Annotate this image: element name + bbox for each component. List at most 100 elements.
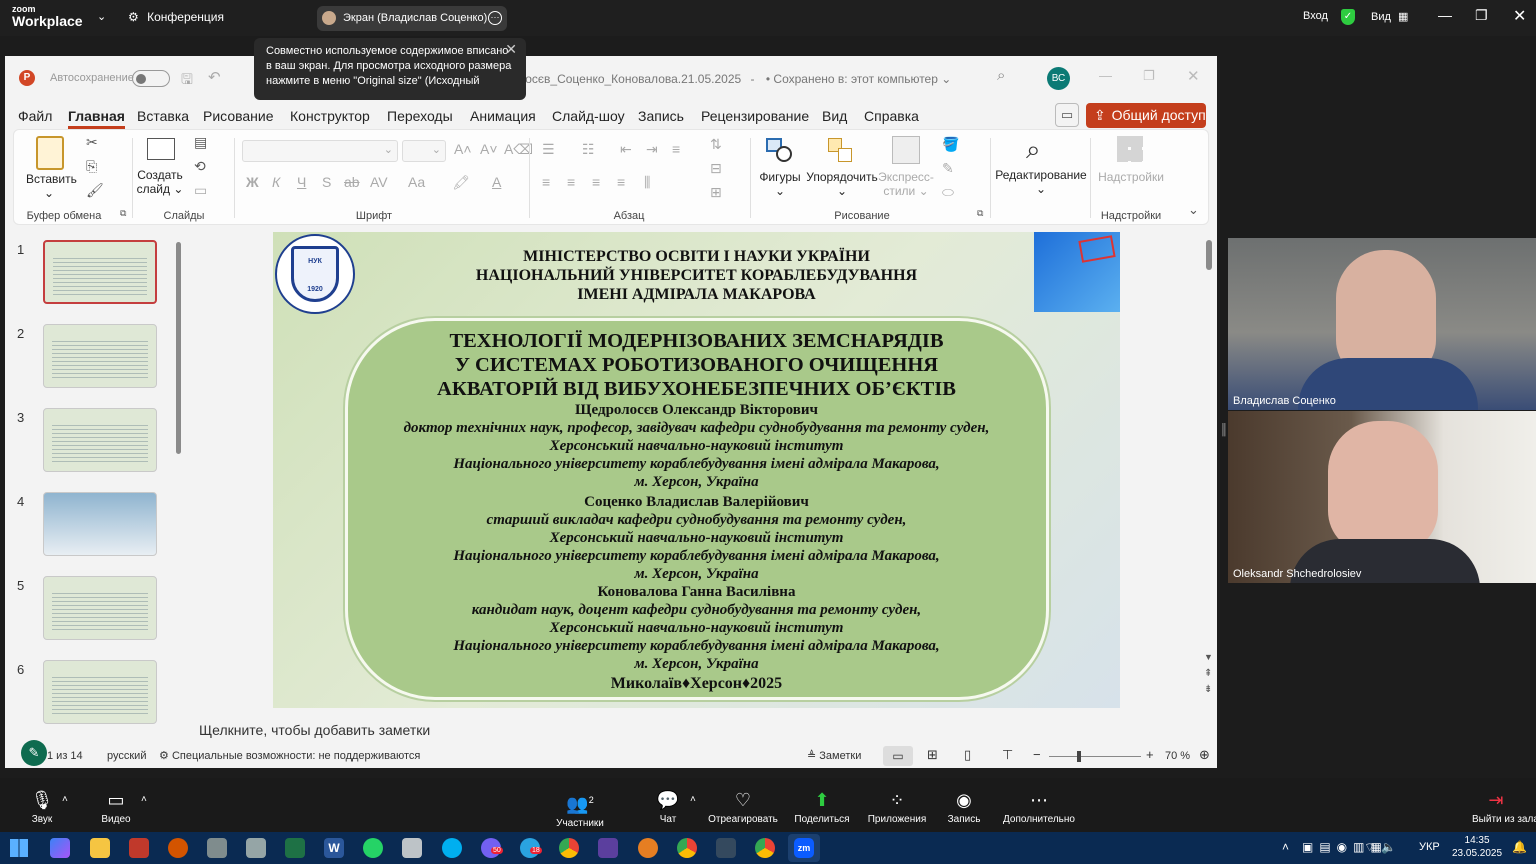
excel-icon[interactable]: [285, 838, 305, 858]
format-painter-icon[interactable]: 🖌: [86, 182, 104, 199]
smartart-icon[interactable]: ⊞: [710, 184, 722, 201]
close-icon[interactable]: ✕: [1513, 6, 1526, 26]
cut-icon[interactable]: ✂: [86, 134, 98, 151]
calculator-icon[interactable]: [246, 838, 266, 858]
zoom-taskbar-active[interactable]: zm: [788, 834, 820, 862]
login-button[interactable]: Вход: [1303, 10, 1328, 22]
next-slide-icon[interactable]: ⇟: [1204, 684, 1212, 695]
numbering-icon[interactable]: ☷: [582, 141, 595, 158]
text-direction-icon[interactable]: ⇅: [710, 136, 722, 153]
language-status[interactable]: русский: [107, 750, 146, 762]
chevron-down-icon[interactable]: ⌄: [97, 10, 106, 23]
columns-icon[interactable]: ⫼: [644, 174, 650, 191]
font-family-select[interactable]: ⌄: [242, 140, 398, 162]
paste-button[interactable]: Вставить ⌄: [26, 172, 77, 200]
section-icon[interactable]: ▭: [194, 182, 207, 199]
slideshow-icon[interactable]: ⊤: [1002, 747, 1013, 763]
slide-scrollbar[interactable]: ▼ ⇞ ⇟: [1204, 232, 1214, 708]
app-icon[interactable]: [168, 838, 188, 858]
tab-animations[interactable]: Анимация: [470, 108, 536, 124]
justify-icon[interactable]: ≡: [617, 174, 625, 190]
font-color-icon[interactable]: A: [492, 174, 501, 190]
thumbnail-slide-2[interactable]: [43, 324, 157, 388]
windows-start-icon[interactable]: [10, 839, 28, 857]
user-avatar[interactable]: ВС: [1047, 67, 1070, 90]
chrome-icon[interactable]: [755, 838, 775, 858]
tab-draw[interactable]: Рисование: [203, 108, 274, 124]
thumbnail-slide-6[interactable]: [43, 660, 157, 724]
zoom-slider-thumb[interactable]: [1077, 751, 1081, 762]
collapse-ribbon-icon[interactable]: ⌄: [1188, 202, 1199, 218]
security-shield-icon[interactable]: ✓: [1341, 9, 1355, 25]
decrease-font-icon[interactable]: A˅: [480, 141, 498, 157]
whatsapp-icon[interactable]: [363, 838, 383, 858]
app-icon[interactable]: [598, 838, 618, 858]
strikethrough-button[interactable]: ab: [344, 174, 360, 190]
char-spacing-button[interactable]: AV: [370, 174, 388, 190]
conference-menu[interactable]: ⚙ Конференция: [128, 10, 224, 24]
bold-button[interactable]: Ж: [246, 174, 259, 190]
thumbnail-slide-3[interactable]: [43, 408, 157, 472]
tab-review[interactable]: Рецензирование: [701, 108, 809, 124]
audio-button[interactable]: 🎙 Звук: [22, 790, 62, 825]
editing-button[interactable]: Редактирование ⌄: [994, 168, 1088, 196]
tab-help[interactable]: Справка: [864, 108, 919, 124]
chevron-up-icon[interactable]: ˄: [141, 794, 147, 805]
zoom-in-icon[interactable]: +: [1146, 747, 1154, 762]
scrollbar-thumb[interactable]: [176, 242, 181, 454]
thumbnail-slide-5[interactable]: [43, 576, 157, 640]
record-button[interactable]: ◉ Запись: [944, 790, 984, 825]
tab-record[interactable]: Запись: [638, 108, 684, 124]
app-icon[interactable]: [638, 838, 658, 858]
previous-slide-icon[interactable]: ⇞: [1204, 668, 1212, 679]
increase-font-icon[interactable]: A˄: [454, 141, 472, 157]
viber-icon[interactable]: 50: [481, 838, 503, 858]
align-left-icon[interactable]: ≡: [542, 174, 550, 190]
bullets-icon[interactable]: ☰: [542, 141, 555, 158]
tab-design[interactable]: Конструктор: [290, 108, 370, 124]
highlight-icon[interactable]: 🖍: [452, 174, 470, 191]
new-slide-button[interactable]: Создать слайд ⌄: [136, 168, 184, 196]
notes-pane[interactable]: Щелкните, чтобы добавить заметки: [191, 716, 1203, 746]
undo-icon[interactable]: ↶: [208, 68, 221, 86]
slide-canvas[interactable]: НУК 1920 МІНІСТЕРСТВО ОСВІТИ І НАУКИ УКР…: [273, 232, 1120, 708]
chevron-up-icon[interactable]: ˄: [690, 794, 696, 805]
file-explorer-icon[interactable]: [90, 838, 110, 858]
autosave-toggle[interactable]: [132, 70, 170, 87]
app-icon[interactable]: [129, 838, 149, 858]
thumbnail-slide-4[interactable]: [43, 492, 157, 556]
telegram-icon[interactable]: 18: [520, 838, 542, 858]
video-tile-2[interactable]: Oleksandr Shchedrolosiev: [1228, 411, 1536, 583]
share-button[interactable]: ⇪ Общий доступ ⌄: [1086, 103, 1206, 148]
italic-button[interactable]: К: [272, 174, 280, 190]
keyboard-language[interactable]: УКР: [1419, 841, 1440, 853]
shapes-button[interactable]: Фигуры ⌄: [756, 170, 804, 198]
copilot-icon[interactable]: [50, 838, 70, 858]
chrome-icon[interactable]: [677, 838, 697, 858]
chevron-down-icon[interactable]: ▼: [1204, 652, 1213, 662]
normal-view-icon[interactable]: ▭: [883, 746, 913, 766]
dialog-launcher-icon[interactable]: ⧉: [120, 208, 126, 219]
change-case-button[interactable]: Aa: [408, 174, 425, 190]
minimize-icon[interactable]: —: [1099, 68, 1112, 83]
chevron-up-icon[interactable]: ˄: [1282, 840, 1289, 854]
reset-icon[interactable]: ⟲: [194, 158, 206, 175]
tab-insert[interactable]: Вставка: [137, 108, 189, 124]
more-button[interactable]: ⋯ Дополнительно: [1000, 790, 1078, 825]
chevron-up-icon[interactable]: ˄: [62, 794, 68, 805]
align-center-icon[interactable]: ≡: [567, 174, 575, 190]
skype-icon[interactable]: [442, 838, 462, 858]
shape-outline-icon[interactable]: ✎: [942, 160, 954, 177]
fit-slide-icon[interactable]: ⊕: [1199, 747, 1210, 763]
app-icon[interactable]: [207, 838, 227, 858]
network-icon[interactable]: ⌔🔈: [1364, 840, 1402, 855]
increase-indent-icon[interactable]: ⇥: [646, 141, 658, 158]
zoom-slider[interactable]: [1049, 751, 1141, 762]
tab-transitions[interactable]: Переходы: [387, 108, 453, 124]
tab-view[interactable]: Вид: [822, 108, 847, 124]
shape-fill-icon[interactable]: 🪣: [942, 136, 959, 153]
accessibility-status[interactable]: ⚙ Специальные возможности: не поддержива…: [159, 749, 420, 762]
close-icon[interactable]: ✕: [1187, 67, 1200, 85]
align-right-icon[interactable]: ≡: [592, 174, 600, 190]
reading-view-icon[interactable]: ▯: [964, 747, 971, 763]
